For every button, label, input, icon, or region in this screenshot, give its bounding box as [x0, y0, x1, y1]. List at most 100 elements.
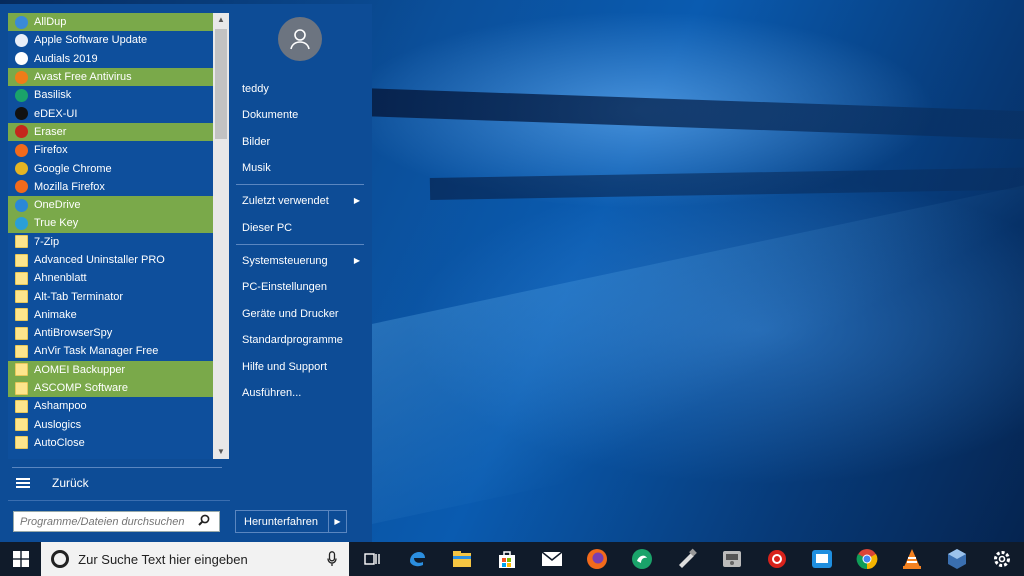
documents-link[interactable]: Dokumente: [236, 103, 364, 127]
recent-items-label: Zuletzt verwendet: [242, 195, 329, 207]
program-list-item[interactable]: True Key: [8, 214, 213, 233]
start-button[interactable]: [0, 542, 41, 576]
user-folder-link[interactable]: teddy: [236, 77, 364, 101]
firefox-icon: [15, 143, 28, 157]
program-list-item[interactable]: AllDup: [8, 13, 213, 32]
program-list-item[interactable]: OneDrive: [8, 195, 213, 215]
taskbar-search-box[interactable]: Zur Suche Text hier eingeben: [41, 542, 349, 576]
program-list-item[interactable]: Avast Free Antivirus: [8, 67, 213, 87]
folder-icon: [15, 326, 28, 340]
devices-printers-link[interactable]: Geräte und Drucker: [236, 302, 364, 326]
folder-icon: [15, 308, 28, 322]
program-list-item[interactable]: Animake: [8, 306, 213, 324]
folder-icon: [15, 381, 28, 395]
disk-icon[interactable]: [709, 542, 754, 576]
task-view-icon[interactable]: [349, 542, 394, 576]
wallpaper-light-beam: [359, 88, 1024, 141]
eraser-icon: [15, 125, 28, 139]
scroll-up-arrow-icon[interactable]: ▲: [213, 13, 229, 27]
program-label: AntiBrowserSpy: [34, 327, 113, 340]
control-panel-label: Systemsteuerung: [242, 255, 328, 267]
program-label: Google Chrome: [34, 162, 112, 175]
program-list-item[interactable]: AOMEI Backupper: [8, 360, 213, 379]
program-list-item[interactable]: Auslogics: [8, 416, 213, 434]
default-programs-link[interactable]: Standardprogramme: [236, 328, 364, 352]
program-label: OneDrive: [34, 199, 81, 212]
user-avatar[interactable]: [278, 17, 322, 61]
shutdown-options-arrow-icon[interactable]: ▶: [328, 511, 346, 532]
program-list-item[interactable]: eDEX-UI: [8, 104, 213, 122]
truekey-icon: [15, 216, 28, 230]
program-list-item[interactable]: Ashampoo: [8, 397, 213, 415]
divider: [12, 467, 222, 468]
program-label: Ahnenblatt: [34, 272, 87, 285]
vlc-icon[interactable]: [889, 542, 934, 576]
program-label: AllDup: [34, 16, 67, 29]
help-support-link[interactable]: Hilfe und Support: [236, 355, 364, 379]
store-icon[interactable]: [484, 542, 529, 576]
folder-icon: [15, 235, 28, 249]
program-list-item[interactable]: Alt-Tab Terminator: [8, 287, 213, 305]
user-icon: [290, 29, 310, 50]
this-pc-link[interactable]: Dieser PC: [236, 216, 364, 240]
program-list: AllDup Apple Software Update Audials 2019 A…: [8, 13, 213, 459]
chrome-icon: [15, 162, 28, 176]
settings-gear-icon[interactable]: [979, 542, 1024, 576]
back-button[interactable]: Zurück: [10, 471, 224, 495]
edge-icon[interactable]: [394, 542, 439, 576]
program-list-item[interactable]: AnVir Task Manager Free: [8, 342, 213, 360]
scroll-down-arrow-icon[interactable]: ▼: [213, 445, 229, 459]
chrome-icon[interactable]: [844, 542, 889, 576]
program-search-input[interactable]: [20, 515, 196, 528]
divider: [236, 184, 364, 185]
program-list-item[interactable]: Firefox: [8, 141, 213, 159]
sandbox-icon[interactable]: [799, 542, 844, 576]
firefox-icon[interactable]: [574, 542, 619, 576]
music-link[interactable]: Musik: [236, 156, 364, 180]
shutdown-button[interactable]: Herunterfahren ▶: [235, 510, 347, 533]
program-list-item[interactable]: Ahnenblatt: [8, 269, 213, 287]
program-list-item[interactable]: AutoClose: [8, 434, 213, 452]
pc-settings-link[interactable]: PC-Einstellungen: [236, 275, 364, 299]
folder-icon: [15, 418, 28, 432]
program-list-item[interactable]: Audials 2019: [8, 50, 213, 68]
folder-icon: [15, 436, 28, 450]
program-label: Mozilla Firefox: [34, 180, 105, 193]
wallpaper-light-beam: [429, 165, 1024, 200]
basilisk-icon[interactable]: [619, 542, 664, 576]
search-icon[interactable]: [198, 514, 210, 529]
program-list-item[interactable]: Google Chrome: [8, 159, 213, 177]
program-list-item[interactable]: Apple Software Update: [8, 31, 213, 49]
control-panel-link[interactable]: Systemsteuerung ▶: [236, 249, 364, 273]
virtualbox-icon[interactable]: [934, 542, 979, 576]
program-label: ASCOMP Software: [34, 382, 128, 395]
scroll-thumb[interactable]: [215, 29, 227, 139]
taskbar-icons: [349, 542, 1024, 576]
program-search-box[interactable]: [13, 511, 220, 532]
run-link[interactable]: Ausführen...: [236, 381, 364, 405]
audials-icon: [15, 52, 28, 66]
program-list-item[interactable]: ASCOMP Software: [8, 378, 213, 398]
program-label: eDEX-UI: [34, 107, 78, 120]
firefox-icon: [15, 180, 28, 194]
program-label: Basilisk: [34, 89, 72, 102]
program-list-item[interactable]: AntiBrowserSpy: [8, 324, 213, 342]
program-label: Eraser: [34, 125, 67, 138]
pictures-link[interactable]: Bilder: [236, 130, 364, 154]
cortana-icon: [51, 550, 70, 568]
tool-icon[interactable]: [664, 542, 709, 576]
program-list-item[interactable]: Mozilla Firefox: [8, 178, 213, 196]
program-list-item[interactable]: Advanced Uninstaller PRO: [8, 251, 213, 269]
file-explorer-icon[interactable]: [439, 542, 484, 576]
folder-icon: [15, 253, 28, 267]
program-list-item[interactable]: 7-Zip: [8, 233, 213, 251]
mail-icon[interactable]: [529, 542, 574, 576]
program-label: Alt-Tab Terminator: [34, 290, 124, 303]
program-list-item[interactable]: Eraser: [8, 122, 213, 142]
avast-red-icon[interactable]: [754, 542, 799, 576]
program-list-scrollbar[interactable]: ▲ ▼: [213, 13, 229, 459]
microphone-icon[interactable]: [327, 551, 337, 567]
program-list-item[interactable]: Basilisk: [8, 86, 213, 104]
recent-items-link[interactable]: Zuletzt verwendet ▶: [236, 189, 364, 213]
taskbar: Zur Suche Text hier eingeben: [0, 542, 1024, 576]
